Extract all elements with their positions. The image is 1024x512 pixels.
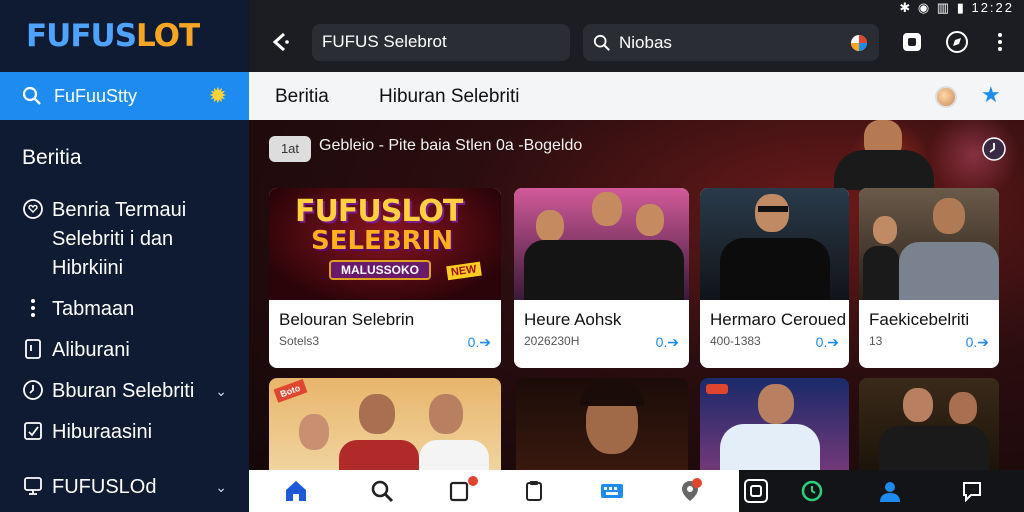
- status-bar: ✱ ◉ ▥ ▮ 12:22: [899, 0, 1014, 15]
- search-text: Niobas: [619, 32, 672, 52]
- tab-hiburan-selebriti[interactable]: Hiburan Selebriti: [379, 86, 519, 108]
- bottom-nav: [249, 470, 739, 512]
- promo-line-1: FUFUSLOT: [295, 194, 463, 229]
- news-card-image[interactable]: Boto: [269, 378, 501, 470]
- back-arrow-icon[interactable]: [267, 28, 295, 56]
- sidebar-item-aliburani[interactable]: Aliburani: [0, 336, 249, 365]
- card-meta: 13: [869, 334, 883, 348]
- clock-icon: [23, 380, 43, 400]
- share-arrow-icon[interactable]: 0.➔: [656, 334, 679, 351]
- share-arrow-icon[interactable]: 0.➔: [468, 334, 491, 351]
- search-input[interactable]: Niobas: [583, 24, 879, 61]
- promo-tag: NEW: [446, 261, 482, 281]
- sidebar-item-label: FUFUSLOd: [52, 476, 157, 498]
- sidebar-item-tabmaan[interactable]: Tabmaan: [0, 295, 249, 324]
- card-tag: Boto: [273, 379, 307, 403]
- card-title: Hermaro Ceroued: [710, 310, 847, 329]
- colorful-logo-icon[interactable]: [849, 33, 869, 53]
- home-icon[interactable]: [283, 478, 309, 504]
- bottom-nav-secondary: [739, 470, 1024, 512]
- edit-icon: [24, 422, 42, 440]
- avatar[interactable]: [935, 86, 957, 108]
- top-bar: ✱ ◉ ▥ ▮ 12:22 FUFUS Selebrot Niobas: [249, 0, 1024, 72]
- category-pill[interactable]: 1at: [269, 136, 311, 162]
- location-badge: [692, 478, 702, 488]
- news-card[interactable]: FUFUSLOT SELEBRIN MALUSSOKO NEW Belouran…: [269, 188, 501, 368]
- refresh-icon[interactable]: [799, 478, 825, 504]
- more-vertical-icon[interactable]: [988, 30, 1012, 54]
- sidebar-item-label: Hiburaasini: [52, 421, 153, 443]
- news-card-image[interactable]: [516, 378, 688, 470]
- promo-line-2: SELEBRIN: [311, 226, 454, 256]
- chevron-down-icon[interactable]: ⌄: [215, 479, 227, 496]
- card-image: [514, 188, 689, 300]
- user-icon[interactable]: [877, 478, 903, 504]
- sidebar: FUFUS LOT FuFuuStty ✹ Beritia Benria Term…: [0, 0, 249, 512]
- chevron-down-icon[interactable]: ⌄: [215, 383, 227, 400]
- card-meta: Sotels3: [279, 334, 320, 348]
- news-card[interactable]: Hermaro Ceroued 400-1383 0.➔: [700, 188, 849, 368]
- promo-line-3: MALUSSOKO: [329, 260, 431, 280]
- gear-icon[interactable]: ✹: [209, 83, 227, 109]
- tablet-icon: [25, 339, 41, 359]
- logo-part-1: FUFUS: [26, 18, 137, 54]
- card-image: [859, 188, 999, 300]
- news-card-image[interactable]: [859, 378, 999, 470]
- card-title: Heure Aohsk: [524, 310, 622, 329]
- share-arrow-icon[interactable]: 0.➔: [816, 334, 839, 351]
- app-window: FUFUS LOT FuFuuStty ✹ Beritia Benria Term…: [0, 0, 1024, 512]
- main-content: 1at Gebleio - Pite baia Stlen 0a -Bogeld…: [249, 120, 1024, 470]
- banner-person: [804, 120, 954, 190]
- sidebar-item-hiburaasini[interactable]: Hiburaasini: [0, 418, 249, 447]
- more-vertical-icon: [31, 299, 35, 317]
- tab-bar: Beritia Hiburan Selebriti ★: [249, 72, 1024, 120]
- keyboard-icon[interactable]: [599, 478, 625, 504]
- search-icon: [593, 34, 610, 51]
- sidebar-item-label: Aliburani: [52, 339, 130, 361]
- sidebar-item-fufuslot[interactable]: FUFUSLOd ⌄: [0, 473, 249, 502]
- sidebar-heading: Beritia: [22, 146, 82, 169]
- clock-icon[interactable]: [981, 136, 1007, 162]
- news-card[interactable]: Heure Aohsk 2026230H 0.➔: [514, 188, 689, 368]
- share-arrow-icon[interactable]: 0.➔: [966, 334, 989, 351]
- sidebar-item-label: Tabmaan: [52, 298, 135, 320]
- chat-icon[interactable]: [959, 478, 985, 504]
- news-card-image[interactable]: [700, 378, 849, 470]
- sidebar-item-label: Benria Termaui Selebriti i dan Hibrkiini: [52, 199, 187, 279]
- logo-part-2: LOT: [136, 18, 200, 54]
- tab-berita[interactable]: Beritia: [275, 86, 329, 108]
- card-meta: 2026230H: [524, 334, 580, 348]
- address-bar[interactable]: FUFUS Selebrot: [312, 24, 570, 61]
- card-meta: 400-1383: [710, 334, 761, 348]
- star-icon[interactable]: ★: [981, 82, 1001, 108]
- compass-icon[interactable]: [945, 30, 969, 54]
- sidebar-search-label: FuFuuStty: [54, 85, 138, 106]
- search-icon[interactable]: [369, 478, 395, 504]
- device-icon: [24, 477, 42, 495]
- notification-badge: [468, 476, 478, 486]
- promo-image: FUFUSLOT SELEBRIN MALUSSOKO NEW: [269, 188, 501, 300]
- search-icon: [22, 86, 41, 105]
- sidebar-search[interactable]: FuFuuStty ✹: [0, 72, 249, 120]
- sidebar-item-berita-terbaru[interactable]: Benria Termaui Selebriti i dan Hibrkiini: [0, 196, 249, 283]
- clipboard-icon[interactable]: [521, 478, 547, 504]
- card-image: [700, 188, 849, 300]
- news-card[interactable]: Faekicebelriti 13 0.➔: [859, 188, 999, 368]
- sidebar-item-label: Bburan Selebriti: [52, 380, 195, 402]
- square-icon[interactable]: [900, 30, 924, 54]
- heart-circle-icon: [23, 199, 43, 219]
- card-title: Belouran Selebrin: [279, 310, 415, 329]
- sidebar-item-hiburan-selebriti[interactable]: Bburan Selebriti ⌄: [0, 377, 249, 406]
- card-title: Faekicebelriti: [869, 310, 970, 329]
- app-icon[interactable]: [743, 478, 769, 504]
- brand-logo[interactable]: FUFUS LOT: [0, 0, 249, 72]
- banner-text: Gebleio - Pite baia Stlen 0a -Bogeldo: [319, 137, 583, 154]
